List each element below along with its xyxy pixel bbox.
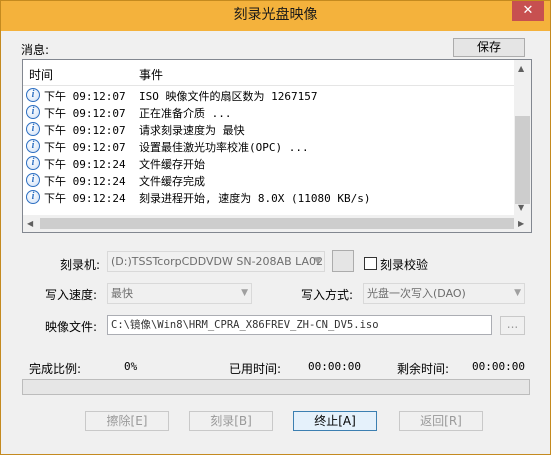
info-icon: i <box>26 122 40 136</box>
burn-button[interactable]: 刻录[B] <box>189 411 273 431</box>
log-row[interactable]: i 下午 09:12:07 请求刻录速度为 最快 <box>23 121 515 138</box>
back-button[interactable]: 返回[R] <box>399 411 483 431</box>
log-row[interactable]: i 下午 09:12:07 正在准备介质 ... <box>23 104 515 121</box>
write-speed-label: 写入速度: <box>45 288 98 302</box>
log-time: 下午 09:12:07 <box>44 107 126 120</box>
write-speed-value: 最快 <box>111 287 133 300</box>
complete-label: 完成比例: <box>29 362 82 376</box>
scroll-left-icon[interactable]: ◀ <box>27 219 33 228</box>
log-row[interactable]: i 下午 09:12:24 文件缓存完成 <box>23 172 515 189</box>
log-time: 下午 09:12:07 <box>44 124 126 137</box>
verify-label[interactable]: 刻录校验 <box>380 256 428 273</box>
recorder-select[interactable]: (D:)TSSTcorpCDDVDW SN-208AB LA02 ▼ <box>107 251 325 272</box>
log-event: 请求刻录速度为 最快 <box>139 124 245 137</box>
verify-checkbox[interactable] <box>364 257 377 270</box>
stop-button[interactable]: 终止[A] <box>293 411 377 431</box>
window-title: 刻录光盘映像 <box>233 7 318 23</box>
log-row[interactable]: i 下午 09:12:07 设置最佳激光功率校准(OPC) ... <box>23 138 515 155</box>
complete-value: 0% <box>124 360 138 373</box>
event-column-header[interactable]: 事件 <box>139 66 163 83</box>
chevron-down-icon: ▼ <box>241 288 248 298</box>
close-icon[interactable]: ✕ <box>512 1 544 21</box>
log-event: 文件缓存完成 <box>139 175 205 188</box>
log-row[interactable]: i 下午 09:12:07 ISO 映像文件的扇区数为 1267157 <box>23 87 515 104</box>
log-time: 下午 09:12:24 <box>44 192 126 205</box>
browse-button[interactable]: ... <box>500 316 525 335</box>
chevron-down-icon: ▼ <box>314 256 321 266</box>
recorder-properties-button[interactable] <box>332 250 354 272</box>
log-row[interactable]: i 下午 09:12:24 文件缓存开始 <box>23 155 515 172</box>
log-time: 下午 09:12:07 <box>44 141 126 154</box>
burn-image-dialog: 刻录光盘映像 ✕ 消息: 保存 时间 事件 i 下午 09:12:07 ISO 映像… <box>0 0 551 455</box>
time-column-header[interactable]: 时间 <box>29 66 53 83</box>
info-icon: i <box>26 88 40 102</box>
image-file-input[interactable]: C:\镜像\Win8\HRM_CPRA_X86FREV_ZH-CN_DV5.is… <box>107 315 492 335</box>
scroll-up-icon[interactable]: ▲ <box>518 64 524 73</box>
write-mode-select[interactable]: 光盘一次写入(DAO) ▼ <box>363 283 525 304</box>
recorder-value: (D:)TSSTcorpCDDVDW SN-208AB LA02 <box>111 255 324 268</box>
log-row[interactable]: i 下午 09:12:24 刻录进程开始, 速度为 8.0X (11080 KB/s… <box>23 189 515 206</box>
log-header: 时间 事件 <box>23 60 515 86</box>
log-event: 正在准备介质 ... <box>139 107 232 120</box>
chevron-down-icon: ▼ <box>514 288 521 298</box>
erase-button[interactable]: 擦除[E] <box>85 411 169 431</box>
title-bar[interactable]: 刻录光盘映像 ✕ <box>1 1 550 31</box>
log-time: 下午 09:12:07 <box>44 90 126 103</box>
info-icon: i <box>26 139 40 153</box>
messages-label: 消息: <box>21 43 50 57</box>
remaining-label: 剩余时间: <box>397 362 450 376</box>
log-event: 刻录进程开始, 速度为 8.0X (11080 KB/s) <box>139 192 371 205</box>
log-time: 下午 09:12:24 <box>44 158 126 171</box>
info-icon: i <box>26 105 40 119</box>
image-file-label: 映像文件: <box>45 320 98 334</box>
write-mode-label: 写入方式: <box>301 288 354 302</box>
vertical-scroll-thumb[interactable] <box>515 116 530 204</box>
info-icon: i <box>26 173 40 187</box>
log-time: 下午 09:12:24 <box>44 175 126 188</box>
elapsed-label: 已用时间: <box>229 362 282 376</box>
elapsed-value: 00:00:00 <box>308 360 361 373</box>
save-button[interactable]: 保存 <box>453 38 525 57</box>
recorder-label: 刻录机: <box>60 258 101 272</box>
horizontal-scroll-thumb[interactable] <box>40 218 514 229</box>
log-event: 文件缓存开始 <box>139 158 205 171</box>
log-event: 设置最佳激光功率校准(OPC) ... <box>139 141 309 154</box>
message-log[interactable]: 时间 事件 i 下午 09:12:07 ISO 映像文件的扇区数为 1267157 i… <box>22 59 532 233</box>
write-mode-value: 光盘一次写入(DAO) <box>367 287 466 300</box>
scroll-down-icon[interactable]: ▼ <box>518 203 524 212</box>
info-icon: i <box>26 190 40 204</box>
log-event: ISO 映像文件的扇区数为 1267157 <box>139 90 318 103</box>
remaining-value: 00:00:00 <box>472 360 525 373</box>
scroll-right-icon[interactable]: ▶ <box>518 219 524 228</box>
vertical-scrollbar[interactable]: ▲ ▼ <box>514 60 531 216</box>
burn-progress-bar <box>22 379 530 395</box>
horizontal-scrollbar[interactable]: ◀ ▶ <box>23 215 531 232</box>
info-icon: i <box>26 156 40 170</box>
write-speed-select[interactable]: 最快 ▼ <box>107 283 252 304</box>
